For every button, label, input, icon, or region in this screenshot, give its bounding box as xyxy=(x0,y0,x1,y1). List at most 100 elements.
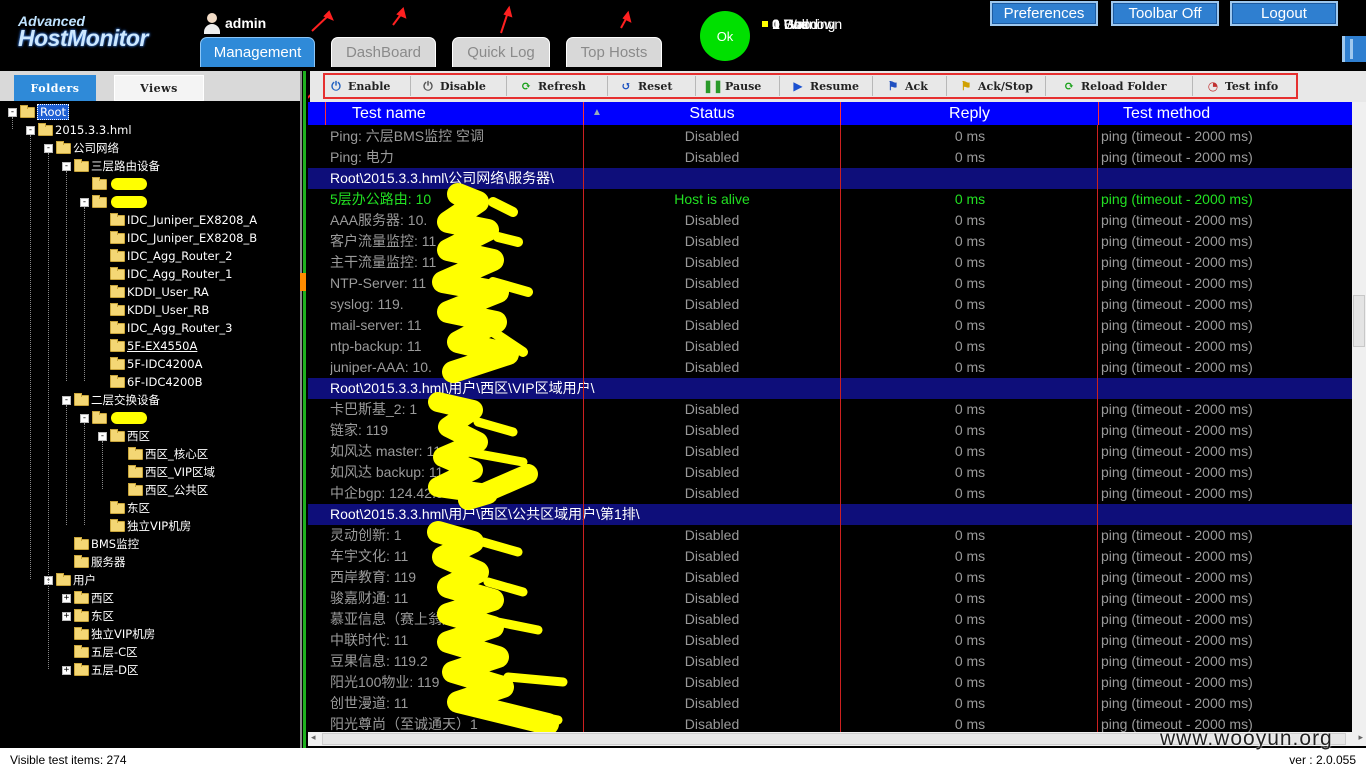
test-row[interactable]: 客户流量监控: 11 Disabled 0 ms ping (timeout - 20… xyxy=(308,231,1352,252)
tree-node[interactable]: KDDI_User_RA xyxy=(98,283,209,301)
test-row[interactable]: 如风达 backup: 11 Disabled 0 ms ping (timeout … xyxy=(308,462,1352,483)
tree-node[interactable]: - Root xyxy=(8,103,70,121)
tree-node[interactable]: - 公司网络 xyxy=(44,139,119,157)
test-row[interactable]: 中企bgp: 124.42.50.190 Disabled 0 ms ping (ti… xyxy=(308,483,1352,504)
tree-node[interactable]: 5F-IDC4200A xyxy=(98,355,203,373)
test-row[interactable]: ntp-backup: 11 Disabled 0 ms ping (timeout … xyxy=(308,336,1352,357)
tree-node[interactable]: - 2015.3.3.hml xyxy=(26,121,132,139)
collapse-icon[interactable]: - xyxy=(62,161,71,171)
tree-node[interactable]: KDDI_User_RB xyxy=(98,301,209,319)
test-row[interactable]: 如风达 master: 11 Disabled 0 ms ping (timeout … xyxy=(308,441,1352,462)
tree-node[interactable]: BMS监控 xyxy=(62,535,139,553)
expand-icon[interactable]: + xyxy=(62,665,71,675)
tree-node-label: IDC_Agg_Router_1 xyxy=(127,267,233,281)
scroll-left-icon[interactable]: ◂ xyxy=(311,733,316,743)
folder-icon xyxy=(74,554,89,568)
test-row[interactable]: juniper-AAA: 10. Disabled 0 ms ping (timeou… xyxy=(308,357,1352,378)
tree-node[interactable]: + 东区 xyxy=(62,607,114,625)
tab-views[interactable]: Views xyxy=(114,75,204,101)
reply-cell: 0 ms xyxy=(954,401,986,417)
tab-dashboard[interactable]: DashBoard xyxy=(331,37,436,67)
tab-quick-log[interactable]: Quick Log xyxy=(452,37,550,67)
tree-node[interactable]: - 三层路由设备 xyxy=(62,157,160,175)
toolbar-off-button[interactable]: Toolbar Off xyxy=(1111,1,1219,26)
group-header-row[interactable]: Root\2015.3.3.hml\用户\西区\公共区域用户\第1排\ xyxy=(308,504,1352,525)
tree-node[interactable] xyxy=(80,175,147,193)
vertical-scrollbar[interactable] xyxy=(1352,102,1366,732)
scroll-right-icon[interactable]: ▸ xyxy=(1358,733,1363,743)
group-header-row[interactable]: Root\2015.3.3.hml\公司网络\服务器\ xyxy=(308,168,1352,189)
tree-node[interactable]: 东区 xyxy=(98,499,150,517)
test-row[interactable]: 车宇文化: 11 Disabled 0 ms ping (timeout - 2000… xyxy=(308,546,1352,567)
tree-node[interactable]: IDC_Juniper_EX8208_A xyxy=(98,211,257,229)
test-row[interactable]: 灵动创新: 1 Disabled 0 ms ping (timeout - 2000 … xyxy=(308,525,1352,546)
grid-header: Test name ▲ Status Reply Test method xyxy=(308,102,1352,125)
test-row[interactable]: 卡巴斯基_2: 1 Disabled 0 ms ping (timeout - 200… xyxy=(308,399,1352,420)
vertical-scroll-thumb[interactable] xyxy=(1353,295,1365,347)
panel-splitter[interactable] xyxy=(300,71,308,748)
test-row[interactable]: Ping: 六层BMS监控 空调 Disabled 0 ms ping (timeou… xyxy=(308,126,1352,147)
test-method-cell: ping (timeout - 2000 ms) xyxy=(1101,128,1253,144)
preferences-button[interactable]: Preferences xyxy=(990,1,1098,26)
tab-folders[interactable]: Folders xyxy=(14,75,96,101)
tree-node[interactable]: + 西区 xyxy=(62,589,114,607)
test-row[interactable]: 阳光100物业: 119 Disabled 0 ms ping (timeout - … xyxy=(308,672,1352,693)
header-reply[interactable]: Reply xyxy=(841,102,1099,125)
test-row[interactable]: 创世漫道: 11 Disabled 0 ms ping (timeout - 2000… xyxy=(308,693,1352,714)
collapse-icon[interactable]: - xyxy=(44,143,53,153)
header-test-name[interactable]: Test name xyxy=(326,102,584,125)
collapse-icon[interactable]: - xyxy=(80,197,89,207)
logout-button[interactable]: Logout xyxy=(1230,1,1338,26)
tree-node[interactable]: IDC_Juniper_EX8208_B xyxy=(98,229,257,247)
test-row[interactable]: 西岸教育: 119 Disabled 0 ms ping (timeout - 200… xyxy=(308,567,1352,588)
tree-node[interactable]: IDC_Agg_Router_2 xyxy=(98,247,232,265)
test-row[interactable]: mail-server: 11 Disabled 0 ms ping (timeout… xyxy=(308,315,1352,336)
tab-top-hosts[interactable]: Top Hosts xyxy=(566,37,662,67)
test-row[interactable]: Ping: 电力 Disabled 0 ms ping (timeout - 2000… xyxy=(308,147,1352,168)
test-row[interactable]: AAA服务器: 10. Disabled 0 ms ping (timeout - 2… xyxy=(308,210,1352,231)
collapse-icon[interactable]: - xyxy=(98,431,107,441)
collapse-icon[interactable]: - xyxy=(62,395,71,405)
test-row[interactable]: 主干流量监控: 11 Disabled 0 ms ping (timeout - 20… xyxy=(308,252,1352,273)
collapse-icon[interactable]: - xyxy=(8,107,17,117)
tree-node[interactable]: + 五层-D区 xyxy=(62,661,139,679)
header-check-column[interactable] xyxy=(308,102,326,125)
tree-node[interactable]: - 西区 xyxy=(98,427,150,445)
test-row[interactable]: 骏嘉财通: 11 Disabled 0 ms ping (timeout - 2000… xyxy=(308,588,1352,609)
group-header-row[interactable]: Root\2015.3.3.hml\用户\西区\VIP区域用户\ xyxy=(308,378,1352,399)
tree-node[interactable]: 服务器 xyxy=(62,553,126,571)
test-row[interactable]: 豆果信息: 119.2 Disabled 0 ms ping (timeout - 2… xyxy=(308,651,1352,672)
header-test-method[interactable]: Test method xyxy=(1099,102,1352,125)
test-row[interactable]: syslog: 119. Disabled 0 ms ping (timeout - … xyxy=(308,294,1352,315)
tree-node[interactable]: 6F-IDC4200B xyxy=(98,373,203,391)
test-row[interactable]: 慕亚信息（赛上翁）: Disabled 0 ms ping (timeout - 20… xyxy=(308,609,1352,630)
test-row[interactable]: 链家: 119 Disabled 0 ms ping (timeout - 2000 … xyxy=(308,420,1352,441)
tree-node[interactable]: 西区_核心区 xyxy=(116,445,208,463)
tree-node[interactable]: 5F-EX4550A xyxy=(98,337,197,355)
tree-node[interactable]: - 二层交换设备 xyxy=(62,391,160,409)
tree-node[interactable]: IDC_Agg_Router_1 xyxy=(98,265,232,283)
tree-node[interactable]: 独立VIP机房 xyxy=(62,625,155,643)
header-status[interactable]: ▲ Status xyxy=(584,102,841,125)
tree-node[interactable]: - 用户 xyxy=(44,571,96,589)
expand-icon[interactable]: + xyxy=(62,611,71,621)
tree-node[interactable]: 西区_公共区 xyxy=(116,481,208,499)
test-row[interactable]: 中联时代: 11 Disabled 0 ms ping (timeout - 2000… xyxy=(308,630,1352,651)
tab-management[interactable]: Management xyxy=(200,37,315,67)
tree-node[interactable]: - xyxy=(80,193,147,211)
group-path: Root\2015.3.3.hml\公司网络\服务器\ xyxy=(330,170,555,186)
panel-toggle-button[interactable] xyxy=(1342,36,1366,62)
collapse-icon[interactable]: - xyxy=(80,413,89,423)
tree-node[interactable]: IDC_Agg_Router_3 xyxy=(98,319,232,337)
collapse-icon[interactable]: - xyxy=(26,125,35,135)
tree-node[interactable]: 西区_VIP区域 xyxy=(116,463,215,481)
status-cell: Disabled xyxy=(684,569,740,585)
tree-connector-line xyxy=(48,153,49,669)
tree-node[interactable]: 五层-C区 xyxy=(62,643,138,661)
test-row[interactable]: 5层办公路由: 10 Host is alive 0 ms ping (timeout… xyxy=(308,189,1352,210)
tree-node[interactable]: - xyxy=(80,409,147,427)
tree-node[interactable]: 独立VIP机房 xyxy=(98,517,191,535)
expand-icon[interactable]: + xyxy=(62,593,71,603)
test-row[interactable]: NTP-Server: 11 Disabled 0 ms ping (timeout … xyxy=(308,273,1352,294)
folder-icon xyxy=(74,158,89,172)
